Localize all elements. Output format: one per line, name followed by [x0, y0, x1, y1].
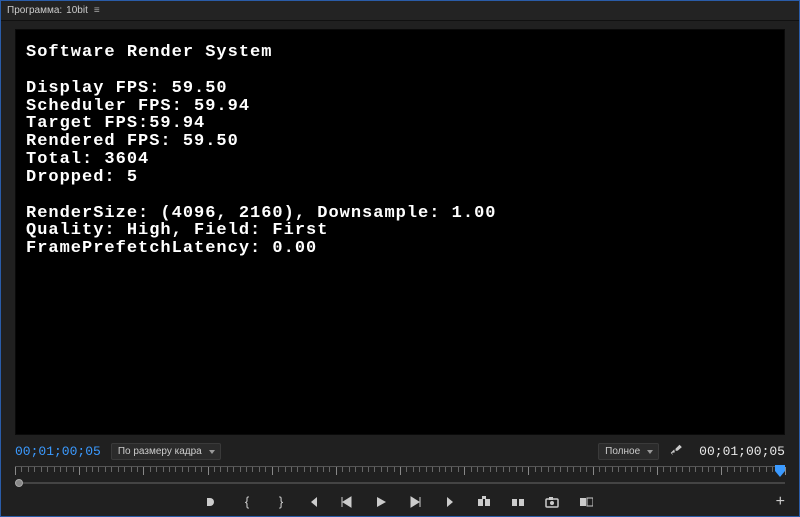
controls-row: 00;01;00;05 По размеру кадра Полное 00;0… [1, 439, 799, 460]
debug-scheduler-fps: Scheduler FPS: 59.94 [26, 97, 250, 116]
playhead-icon[interactable] [775, 465, 785, 480]
panel-menu-icon[interactable]: ≡ [94, 5, 100, 16]
current-timecode[interactable]: 00;01;00;05 [15, 444, 101, 459]
debug-overlay: Software Render System Display FPS: 59.5… [26, 44, 774, 258]
quality-dropdown-label: Полное [605, 446, 640, 457]
extract-button[interactable] [511, 496, 527, 508]
total-timecode: 00;01;00;05 [699, 444, 785, 459]
zoom-dropdown[interactable]: По размеру кадра [111, 443, 221, 460]
scrub-track[interactable] [15, 482, 785, 484]
timeline-ruler[interactable] [15, 466, 785, 480]
step-forward-button[interactable] [409, 496, 425, 508]
debug-quality: Quality: High, Field: First [26, 221, 328, 240]
debug-dropped: Dropped: 5 [26, 168, 138, 187]
quality-dropdown[interactable]: Полное [598, 443, 659, 460]
debug-prefetch: FramePrefetchLatency: 0.00 [26, 239, 317, 258]
timeline-ruler-area[interactable] [15, 466, 785, 488]
export-frame-button[interactable] [545, 496, 561, 508]
mark-out-brace-button[interactable]: } [273, 494, 289, 509]
panel-title-prefix: Программа: [7, 5, 62, 16]
mark-in-brace-button[interactable]: { [239, 494, 255, 509]
go-to-in-button[interactable] [307, 496, 323, 508]
scrub-handle[interactable] [15, 479, 23, 487]
panel-titlebar: Программа: 10bit ≡ [1, 1, 799, 21]
comparison-view-button[interactable] [579, 496, 595, 508]
program-monitor-viewport: Software Render System Display FPS: 59.5… [15, 29, 785, 435]
debug-title: Software Render System [26, 43, 272, 62]
sequence-name: 10bit [66, 5, 88, 16]
button-editor-icon[interactable]: + [776, 493, 785, 511]
debug-rendered-fps: Rendered FPS: 59.50 [26, 132, 239, 151]
debug-display-fps: Display FPS: 59.50 [26, 79, 228, 98]
step-back-button[interactable] [341, 496, 357, 508]
transport-controls: { } + [1, 492, 799, 509]
debug-total: Total: 3604 [26, 150, 149, 169]
play-button[interactable] [375, 496, 391, 508]
mark-in-button[interactable] [205, 496, 221, 508]
settings-icon[interactable] [669, 443, 683, 460]
go-to-out-button[interactable] [443, 496, 459, 508]
debug-render-size: RenderSize: (4096, 2160), Downsample: 1.… [26, 204, 496, 223]
lift-button[interactable] [477, 496, 493, 508]
zoom-dropdown-label: По размеру кадра [118, 446, 202, 457]
debug-target-fps: Target FPS:59.94 [26, 114, 205, 133]
